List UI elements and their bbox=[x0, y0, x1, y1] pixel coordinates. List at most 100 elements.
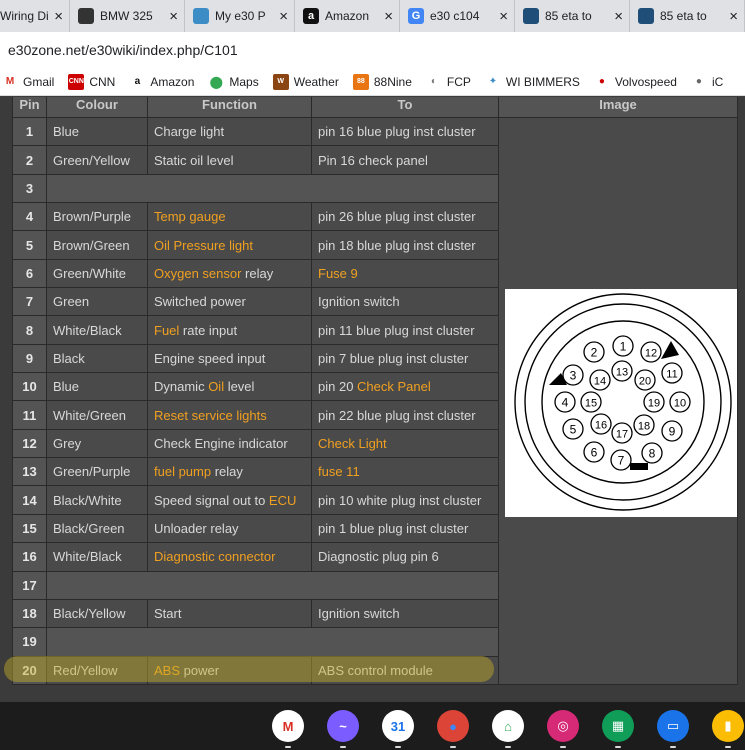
to-text: Ignition switch bbox=[318, 294, 400, 310]
bookmark-item[interactable]: a Amazon bbox=[129, 74, 195, 90]
bookmark-item[interactable]: M Gmail bbox=[2, 74, 55, 90]
function-cell: Switched power bbox=[147, 287, 312, 317]
tab-title: e30 c104 bbox=[430, 9, 480, 23]
connector-pin-label: 8 bbox=[649, 447, 656, 461]
wiki-link[interactable]: Diagnostic connector bbox=[154, 549, 275, 564]
wiki-link[interactable]: Oil Pressure light bbox=[154, 238, 253, 253]
wiki-link[interactable]: Temp gauge bbox=[154, 209, 226, 224]
connector-pin-label: 12 bbox=[645, 348, 657, 360]
function-cell: Speed signal out to ECU bbox=[147, 485, 312, 515]
connector-pin: 4 bbox=[554, 391, 576, 413]
pin-number: 14 bbox=[12, 485, 47, 515]
pin-number: 8 bbox=[12, 315, 47, 345]
close-icon[interactable]: × bbox=[169, 8, 178, 25]
to-cell: ABS control module bbox=[311, 655, 499, 685]
to-cell: pin 26 blue plug inst cluster bbox=[311, 202, 499, 232]
function-cell: Oxygen sensor relay bbox=[147, 258, 312, 289]
browser-tab[interactable]: Ge30 c104 × bbox=[400, 0, 515, 32]
connector-pin: 12 bbox=[640, 341, 662, 363]
to-cell: pin 11 blue plug inst cluster bbox=[311, 315, 499, 345]
colour-cell: Black/White bbox=[46, 485, 148, 515]
close-icon[interactable]: × bbox=[499, 8, 508, 25]
browser-tab[interactable]: 85 eta to × bbox=[630, 0, 745, 32]
close-icon[interactable]: × bbox=[54, 8, 63, 25]
tab-title: My e30 P bbox=[215, 9, 266, 23]
wiki-link[interactable]: fuse 11 bbox=[318, 464, 360, 479]
bookmark-item[interactable]: ✦ WI BIMMERS bbox=[485, 74, 580, 90]
wiki-link[interactable]: ECU bbox=[269, 493, 296, 508]
function-cell: Dynamic Oil level bbox=[147, 372, 312, 402]
bookmark-item[interactable]: ● Volvospeed bbox=[594, 74, 677, 90]
empty-cell bbox=[46, 627, 499, 657]
bookmark-item[interactable]: CNN CNN bbox=[68, 73, 115, 90]
app-running-indicator bbox=[340, 746, 346, 748]
bookmark-item[interactable]: ◐ FCP bbox=[426, 74, 471, 90]
function-text: Charge light bbox=[154, 124, 225, 140]
tab-title: BMW 325 bbox=[100, 9, 153, 23]
wiki-link[interactable]: fuel pump bbox=[154, 464, 211, 479]
close-icon[interactable]: × bbox=[279, 8, 288, 25]
wiki-link[interactable]: Check Panel bbox=[357, 379, 431, 394]
to-cell: Pin 16 check panel bbox=[311, 145, 499, 175]
app-running-indicator bbox=[670, 746, 676, 748]
pin-number: 17 bbox=[12, 570, 47, 600]
address-bar[interactable]: e30zone.net/e30wiki/index.php/C101 bbox=[0, 32, 745, 68]
to-text: pin 1 blue plug inst cluster bbox=[318, 520, 469, 536]
connector-pin-label: 7 bbox=[618, 454, 625, 468]
function-cell: Oil Pressure light bbox=[147, 230, 312, 260]
empty-cell bbox=[46, 570, 499, 600]
colour-cell: Brown/Green bbox=[46, 230, 148, 260]
wiki-link[interactable]: Check Light bbox=[318, 436, 387, 451]
pin-number: 11 bbox=[12, 400, 47, 430]
connector-pin: 17 bbox=[611, 422, 633, 444]
pin-number: 2 bbox=[12, 145, 47, 175]
instagram-icon[interactable]: ◎ bbox=[547, 710, 579, 742]
amazon-icon: a bbox=[134, 76, 141, 87]
messenger-icon[interactable]: ~ bbox=[327, 710, 359, 742]
table-row: 1 Blue Charge light pin 16 blue plug inst c… bbox=[12, 116, 738, 685]
close-icon[interactable]: × bbox=[384, 8, 393, 25]
calendar-icon[interactable]: 31 bbox=[382, 710, 414, 742]
wiki-link[interactable]: ABS bbox=[154, 663, 180, 678]
url-text: e30zone.net/e30wiki/index.php/C101 bbox=[8, 42, 238, 58]
google-home-icon[interactable]: ⌂ bbox=[492, 710, 524, 742]
bookmark-item[interactable]: ● iC bbox=[691, 74, 723, 90]
bookmark-item[interactable]: 88 88Nine bbox=[352, 73, 412, 90]
colour-cell: Blue bbox=[46, 116, 148, 147]
connector-pin-label: 17 bbox=[616, 429, 628, 441]
wiki-link[interactable]: Oxygen sensor bbox=[154, 266, 241, 281]
wiki-link[interactable]: Oil bbox=[208, 379, 224, 394]
wiki-link[interactable]: Fuel bbox=[154, 323, 179, 338]
connector-pin-label: 3 bbox=[570, 369, 577, 383]
chrome-icon[interactable]: ● bbox=[437, 710, 469, 742]
function-text: power bbox=[180, 662, 220, 678]
close-icon[interactable]: × bbox=[614, 8, 623, 25]
colour-cell: Green/White bbox=[46, 258, 148, 289]
sheets-icon[interactable]: ▦ bbox=[602, 710, 634, 742]
connector-pin-label: 5 bbox=[570, 423, 577, 437]
browser-tab[interactable]: BMW 325 × bbox=[70, 0, 185, 32]
files-icon[interactable]: ▭ bbox=[657, 710, 689, 742]
gmail-icon[interactable]: M bbox=[272, 710, 304, 742]
browser-tab[interactable]: My e30 P × bbox=[185, 0, 295, 32]
wiki-link[interactable]: Reset service lights bbox=[154, 408, 267, 423]
connector-pin-label: 10 bbox=[674, 398, 686, 410]
to-text: Ignition switch bbox=[318, 606, 400, 622]
bookmark-item[interactable]: ⬤ Maps bbox=[208, 74, 259, 90]
colour-cell: Green/Yellow bbox=[46, 145, 148, 175]
keep-icon[interactable]: ▮ bbox=[712, 710, 744, 742]
browser-tab[interactable]: Wiring Di × bbox=[0, 0, 70, 32]
image-cell: 1 2 3 4 5 6 7 8 9 10 11 12 13 14 15 16 17 18 19 20 bbox=[498, 117, 738, 685]
os-shelf: M ~31 ● ⌂ ◎ ▦ ▭ ▮ bbox=[0, 702, 745, 750]
wi-bimmers-icon bbox=[193, 8, 209, 24]
colour-cell: Black bbox=[46, 343, 148, 374]
colour-cell: Brown/Purple bbox=[46, 202, 148, 232]
pin-number: 4 bbox=[12, 202, 47, 232]
bookmark-item[interactable]: W Weather bbox=[272, 73, 339, 90]
browser-tab[interactable]: a Amazon × bbox=[295, 0, 400, 32]
close-icon[interactable]: × bbox=[729, 8, 738, 25]
browser-tab[interactable]: 85 eta to × bbox=[515, 0, 630, 32]
wiki-link[interactable]: Fuse 9 bbox=[318, 266, 358, 281]
tab-strip: Wiring Di × BMW 325 × My e30 P × a Amazon × Ge30 … bbox=[0, 0, 745, 32]
to-text: pin 7 blue plug inst cluster bbox=[318, 350, 469, 366]
